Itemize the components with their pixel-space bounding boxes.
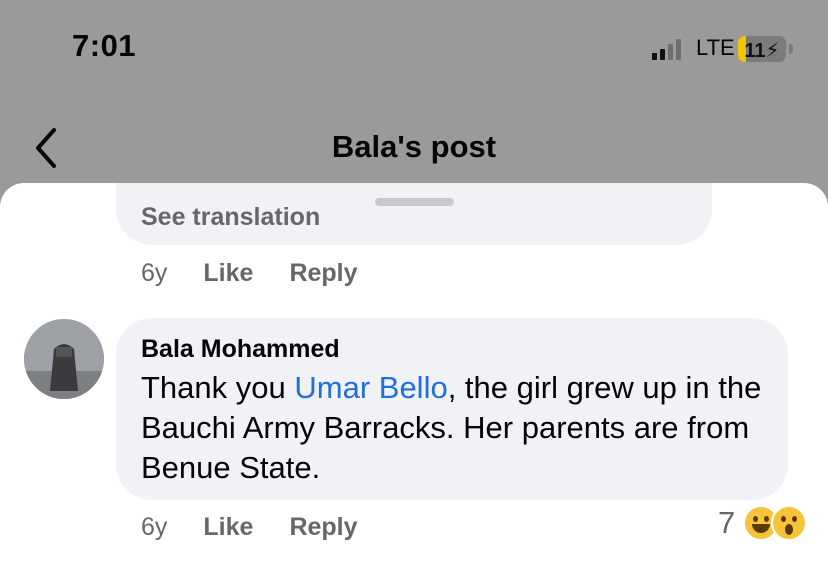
avatar[interactable] [24, 319, 104, 399]
battery-level: 11 [744, 40, 766, 62]
battery-icon: 11⚡ [738, 36, 786, 62]
page-title: Bala's post [331, 129, 497, 164]
comment-text-before: Thank you [141, 370, 295, 405]
comment-actions: 6y Like Reply [141, 513, 394, 542]
status-bar: 7:01 LTE 11⚡ [0, 0, 828, 100]
see-translation-link[interactable]: See translation [141, 203, 320, 232]
battery-nub [789, 44, 793, 54]
comment-text: Thank you Umar Bello, the girl grew up i… [141, 368, 781, 488]
comment-author[interactable]: Bala Mohammed [141, 335, 340, 364]
reply-button[interactable]: Reply [289, 259, 357, 288]
reply-button[interactable]: Reply [289, 513, 357, 542]
signal-icon [652, 38, 681, 60]
status-time: 7:01 [72, 28, 137, 63]
bolt-icon: ⚡ [765, 40, 780, 62]
network-type: LTE [696, 35, 735, 60]
like-button[interactable]: Like [203, 259, 253, 288]
comments-sheet: See translation 6y Like Reply Bala Moham… [0, 183, 828, 583]
previous-comment-actions: 6y Like Reply [141, 259, 394, 288]
avatar-image [24, 319, 104, 399]
comment-age: 6y [141, 259, 168, 287]
like-button[interactable]: Like [203, 513, 253, 542]
comment-age: 6y [141, 513, 168, 541]
nav-bar: Bala's post [0, 110, 828, 182]
drag-handle[interactable] [375, 198, 454, 206]
mention-link[interactable]: Umar Bello [294, 370, 447, 405]
